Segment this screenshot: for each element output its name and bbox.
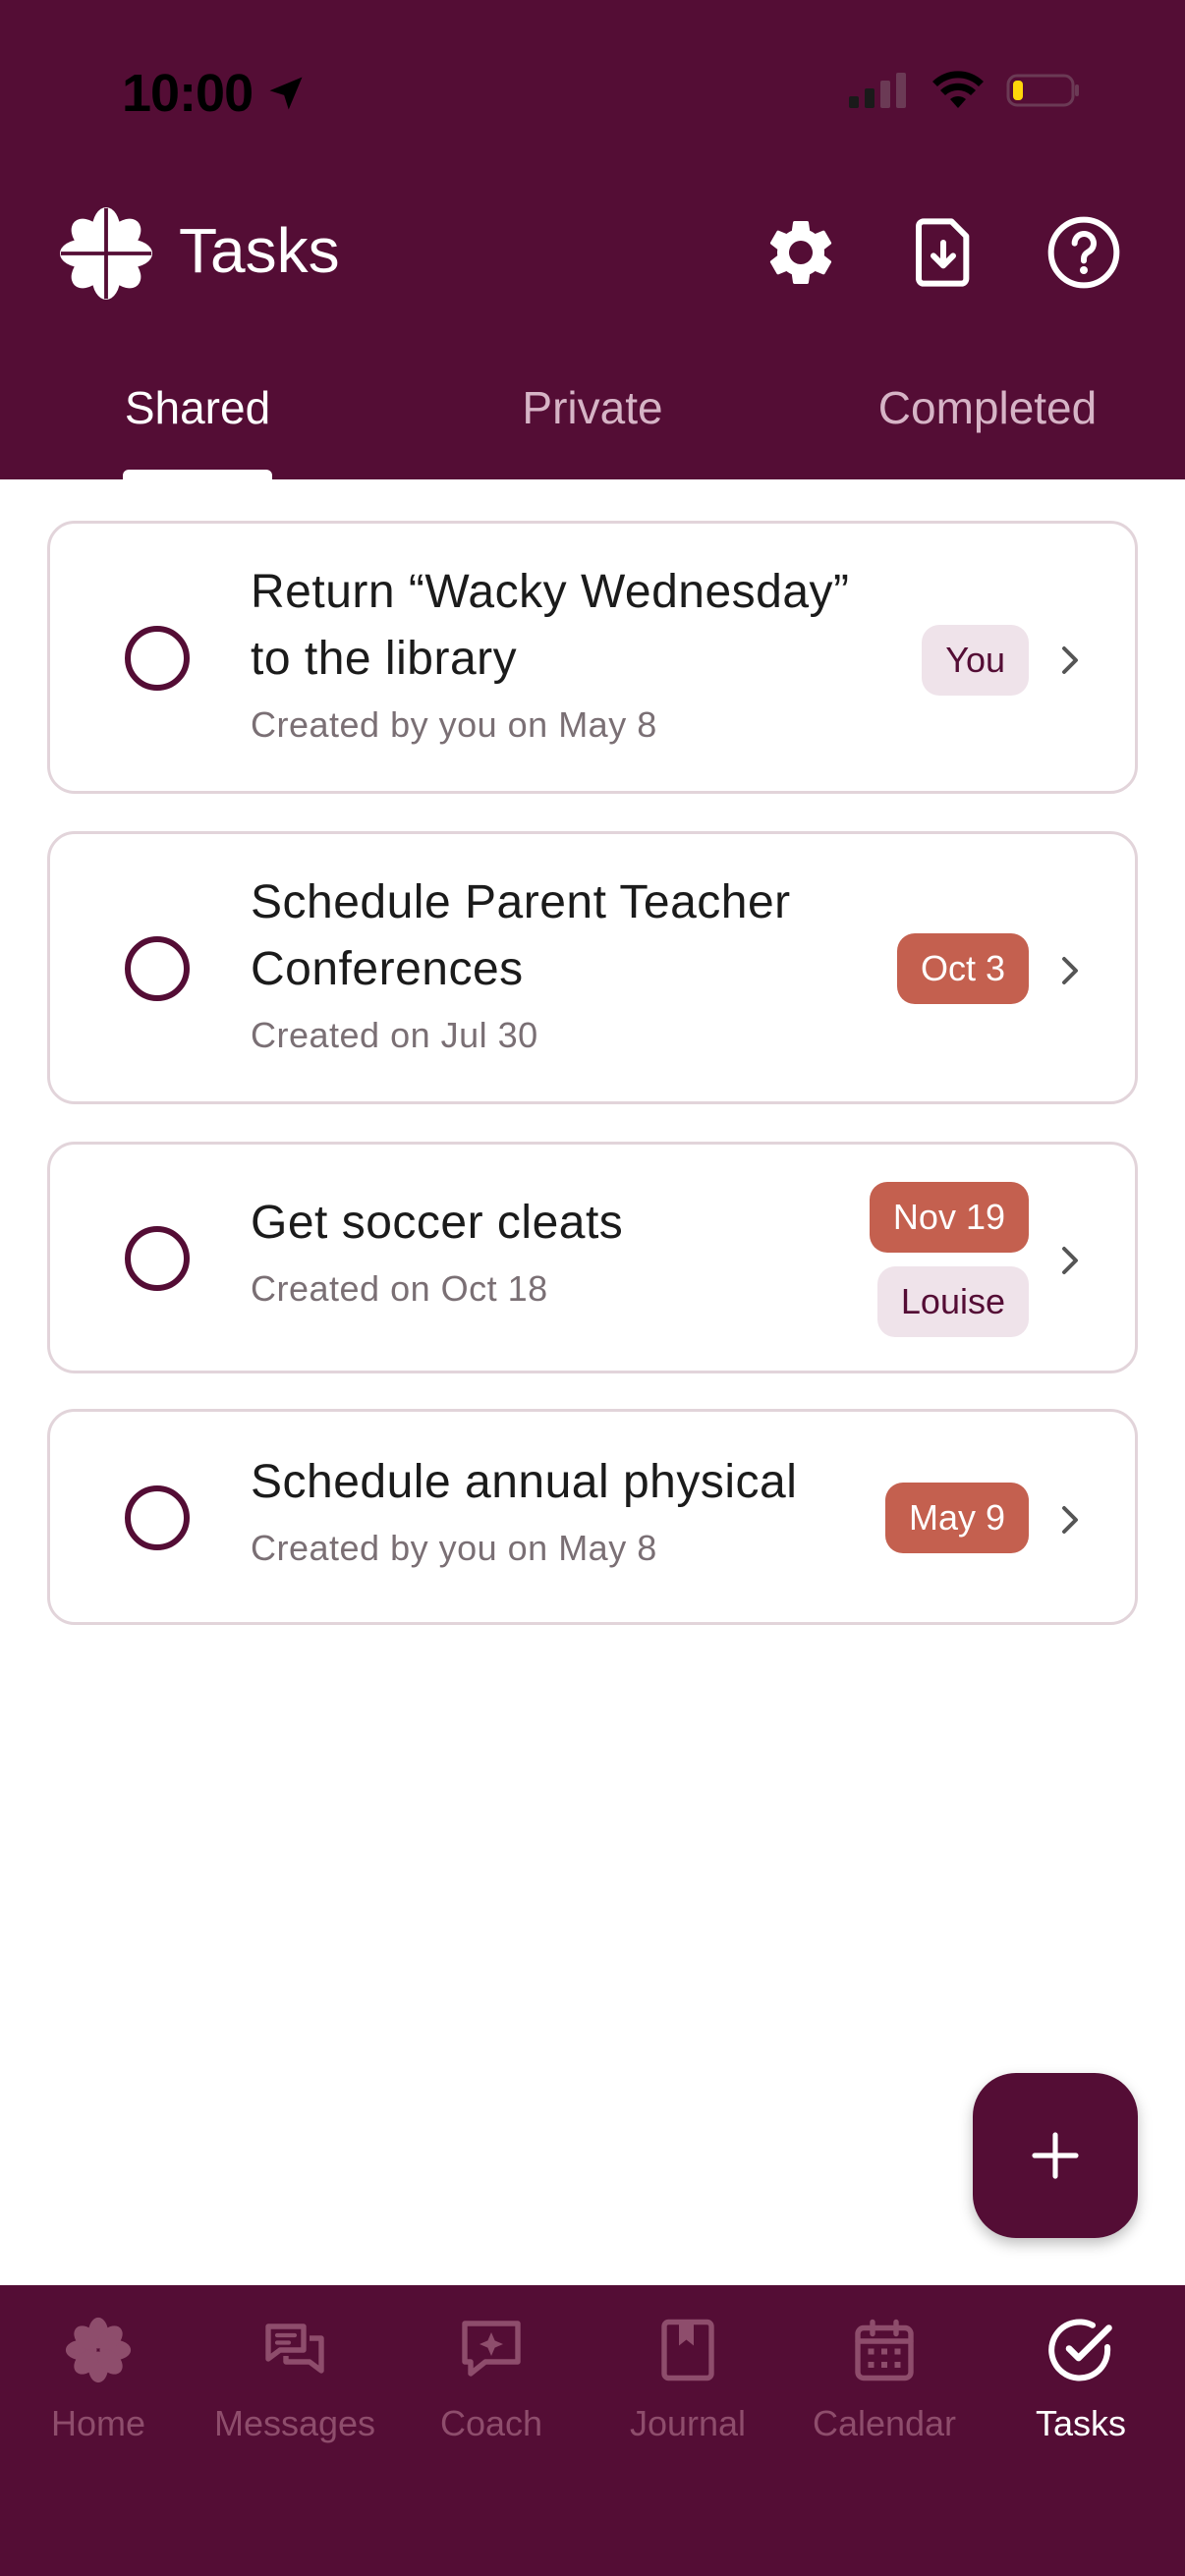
nav-home[interactable]: Home: [0, 2315, 197, 2472]
calendar-icon: [855, 2319, 914, 2381]
nav-label-tasks: Tasks: [1035, 2403, 1127, 2443]
task-subtitle: Created by you on May 8: [251, 704, 657, 745]
task-checkbox[interactable]: [125, 936, 190, 1001]
task-subtitle: Created on Oct 18: [251, 1268, 548, 1309]
bottom-nav: Home Messages Coach Journal Calendar Tas…: [0, 2285, 1185, 2576]
task-card[interactable]: Schedule Parent Teacher Conferences Crea…: [47, 831, 1138, 1104]
plus-icon: [1032, 2132, 1079, 2179]
wifi-icon: [932, 71, 984, 108]
nav-messages[interactable]: Messages: [197, 2315, 393, 2472]
task-title-line: Conferences: [251, 943, 524, 995]
task-checkbox[interactable]: [125, 1485, 190, 1550]
task-title-line: to the library: [251, 633, 518, 685]
add-task-button[interactable]: [973, 2073, 1138, 2238]
tab-completed[interactable]: Completed: [790, 373, 1185, 479]
flower-icon: [65, 2317, 132, 2383]
flower-logo-icon: [59, 206, 153, 301]
status-time: 10:00: [122, 63, 308, 124]
tab-bar: Shared Private Completed: [0, 373, 1185, 479]
task-card[interactable]: Return “Wacky Wednesday” to the library …: [47, 521, 1138, 794]
nav-calendar[interactable]: Calendar: [786, 2315, 983, 2472]
task-subtitle: Created by you on May 8: [251, 1528, 657, 1568]
help-circle-icon: [1047, 216, 1120, 289]
time-text: 10:00: [122, 64, 254, 123]
task-text: Get soccer cleats Created on Oct 18: [251, 1190, 623, 1310]
help-button[interactable]: [1040, 208, 1128, 297]
active-tab-indicator: [123, 470, 272, 479]
task-text: Schedule Parent Teacher Conferences Crea…: [251, 869, 791, 1056]
journal-icon: [661, 2319, 714, 2381]
assignee-badge: Louise: [876, 1266, 1029, 1337]
task-subtitle: Created on Jul 30: [251, 1015, 538, 1055]
battery-icon: [1006, 74, 1079, 107]
nav-coach[interactable]: Coach: [393, 2315, 590, 2472]
task-title-line: Schedule Parent Teacher: [251, 876, 791, 928]
nav-tasks[interactable]: Tasks: [983, 2315, 1179, 2472]
chevron-right-icon: [1062, 1506, 1078, 1534]
coach-icon: [462, 2321, 521, 2377]
task-title-line: Get soccer cleats: [251, 1197, 624, 1249]
nav-label-coach: Coach: [439, 2403, 543, 2443]
chevron-right-icon: [1062, 1247, 1078, 1274]
status-icons: [847, 71, 1081, 110]
settings-button[interactable]: [757, 208, 845, 297]
app-bar: Tasks: [0, 196, 1185, 314]
tab-private[interactable]: Private: [395, 373, 790, 479]
tab-shared[interactable]: Shared: [0, 373, 395, 479]
task-card[interactable]: Get soccer cleats Created on Oct 18 Nov …: [47, 1142, 1138, 1373]
task-card[interactable]: Schedule annual physical Created by you …: [47, 1409, 1138, 1625]
file-download-icon: [916, 218, 970, 287]
task-text: Return “Wacky Wednesday” to the library …: [251, 559, 850, 746]
assignee-badge: You: [922, 625, 1029, 696]
nav-journal[interactable]: Journal: [590, 2315, 786, 2472]
task-title-line: Return “Wacky Wednesday”: [251, 566, 850, 618]
task-checkbox[interactable]: [125, 626, 190, 691]
nav-label-messages: Messages: [213, 2403, 376, 2443]
due-date-badge: Nov 19: [869, 1182, 1029, 1253]
nav-label-calendar: Calendar: [812, 2403, 957, 2443]
task-title-line: Schedule annual physical: [251, 1456, 798, 1508]
header: 10:00 Tasks Shared Private Completed: [0, 0, 1185, 479]
check-circle-icon: [1048, 2319, 1112, 2381]
location-arrow-icon: [269, 77, 303, 110]
messages-icon: [265, 2324, 324, 2374]
status-bar: 10:00: [0, 0, 1185, 187]
export-button[interactable]: [899, 208, 988, 297]
gear-icon: [769, 220, 832, 284]
chevron-right-icon: [1062, 957, 1078, 984]
due-date-badge: Oct 3: [896, 933, 1029, 1004]
cellular-signal-icon: [849, 73, 906, 108]
nav-label-home: Home: [50, 2403, 146, 2443]
page-title: Tasks: [179, 215, 340, 286]
chevron-right-icon: [1062, 646, 1078, 674]
due-date-badge: May 9: [884, 1483, 1029, 1553]
nav-label-journal: Journal: [629, 2403, 747, 2443]
task-text: Schedule annual physical Created by you …: [251, 1449, 797, 1569]
task-checkbox[interactable]: [125, 1226, 190, 1291]
